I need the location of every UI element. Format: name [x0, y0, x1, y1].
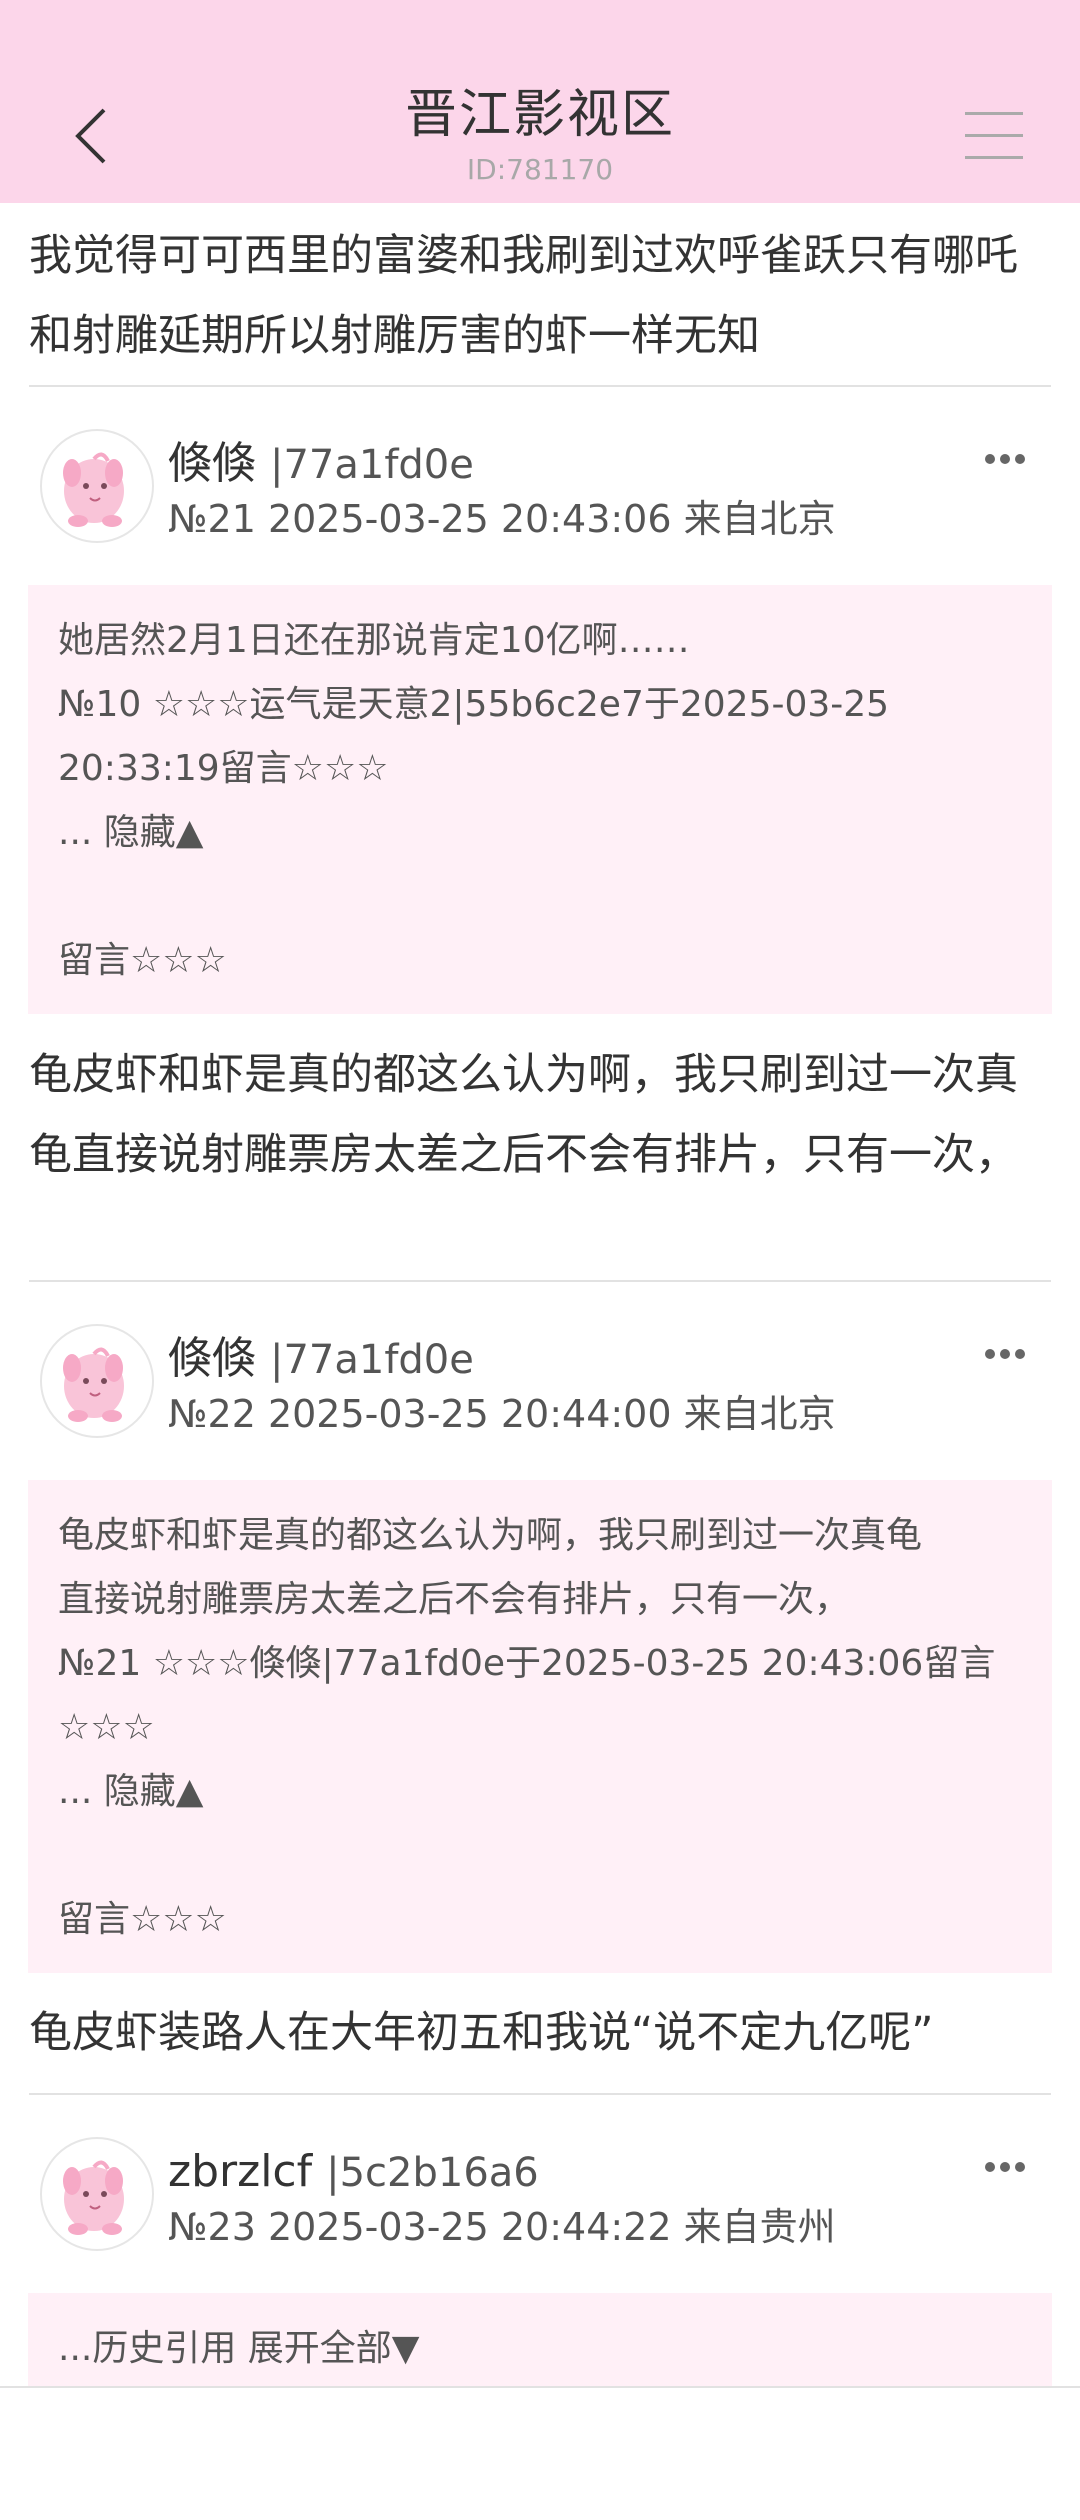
post-author: 倏倏 |77a1fd0e	[168, 1330, 474, 1389]
app-header: 晋江影视区 ID:781170	[0, 0, 1080, 203]
avatar-icon	[63, 2160, 124, 2235]
avatar-icon	[63, 452, 124, 527]
divider	[29, 1280, 1051, 1282]
board-id: ID:781170	[466, 153, 614, 186]
quote-line: 直接说射雕票房太差之后不会有排片，只有一次，	[58, 1579, 851, 1620]
hamburger-menu-icon	[965, 112, 1023, 115]
expand-history-toggle[interactable]: ...历史引用 展开全部▼	[58, 2317, 1022, 2381]
user-id: |77a1fd0e	[270, 442, 474, 488]
avatar[interactable]	[40, 1324, 154, 1438]
post-author: zbrzlcf |5c2b16a6	[168, 2143, 539, 2202]
quote-block: ...历史引用 展开全部▼	[28, 2293, 1052, 2386]
quote-line	[58, 865, 1022, 929]
more-icon	[985, 454, 995, 464]
hide-toggle[interactable]: ... 隐藏▲	[58, 801, 1022, 865]
quote-block: 她居然2月1日还在那说肯定10亿啊…… №10 ☆☆☆运气是天意2|55b6c2…	[28, 585, 1052, 1014]
more-options-button[interactable]	[985, 1344, 1033, 1359]
avatar[interactable]	[40, 2137, 154, 2251]
post-body: 龟皮虾和虾是真的都这么认为啊，我只刷到过一次真龟直接说射雕票房太差之后不会有排片…	[29, 1050, 1018, 1180]
quote-line: №21 ☆☆☆倏倏|77a1fd0e于2025-03-25 20:43:06留言	[58, 1643, 996, 1684]
more-options-button[interactable]	[985, 2157, 1033, 2172]
quote-line: 20:33:19留言☆☆☆	[58, 748, 389, 789]
quote-line: 留言☆☆☆	[58, 940, 227, 981]
quote-line: №10 ☆☆☆运气是天意2|55b6c2e7于2025-03-25	[58, 684, 890, 725]
quote-line: 龟皮虾和虾是真的都这么认为啊，我只刷到过一次真龟	[58, 1515, 923, 1556]
post-meta: №23 2025-03-25 20:44:22 来自贵州	[168, 2205, 836, 2249]
quote-line: 她居然2月1日还在那说肯定10亿啊……	[58, 620, 690, 661]
avatar[interactable]	[40, 429, 154, 543]
post-meta: №22 2025-03-25 20:44:00 来自北京	[168, 1392, 836, 1436]
more-icon	[985, 1349, 995, 1359]
divider	[29, 385, 1051, 387]
quote-line	[58, 1824, 1022, 1888]
menu-button[interactable]	[965, 112, 1023, 162]
quote-line: ☆☆☆	[58, 1707, 155, 1748]
quote-block: 龟皮虾和虾是真的都这么认为啊，我只刷到过一次真龟 直接说射雕票房太差之后不会有排…	[28, 1480, 1052, 1973]
post-body: 我觉得可可西里的富婆和我刷到过欢呼雀跃只有哪吒和射雕延期所以射雕厉害的虾一样无知	[29, 231, 1018, 361]
user-name: zbrzlcf	[168, 2146, 313, 2197]
user-id: |77a1fd0e	[270, 1337, 474, 1383]
post-body: 龟皮虾装路人在大年初五和我说“说不定九亿呢”	[29, 2008, 934, 2058]
thread-content[interactable]: 我觉得可可西里的富婆和我刷到过欢呼雀跃只有哪吒和射雕延期所以射雕厉害的虾一样无知…	[0, 203, 1080, 2386]
post-author: 倏倏 |77a1fd0e	[168, 435, 474, 494]
user-id: |5c2b16a6	[326, 2150, 539, 2196]
hide-toggle[interactable]: ... 隐藏▲	[58, 1760, 1022, 1824]
divider	[29, 2093, 1051, 2095]
more-options-button[interactable]	[985, 449, 1033, 464]
bottom-bar	[0, 2386, 1080, 2520]
avatar-icon	[63, 1347, 124, 1422]
user-name: 倏倏	[168, 1333, 256, 1384]
page-title: 晋江影视区	[404, 85, 675, 145]
quote-line: 留言☆☆☆	[58, 1899, 227, 1940]
post-meta: №21 2025-03-25 20:43:06 来自北京	[168, 497, 836, 541]
user-name: 倏倏	[168, 438, 256, 489]
more-icon	[985, 2162, 995, 2172]
